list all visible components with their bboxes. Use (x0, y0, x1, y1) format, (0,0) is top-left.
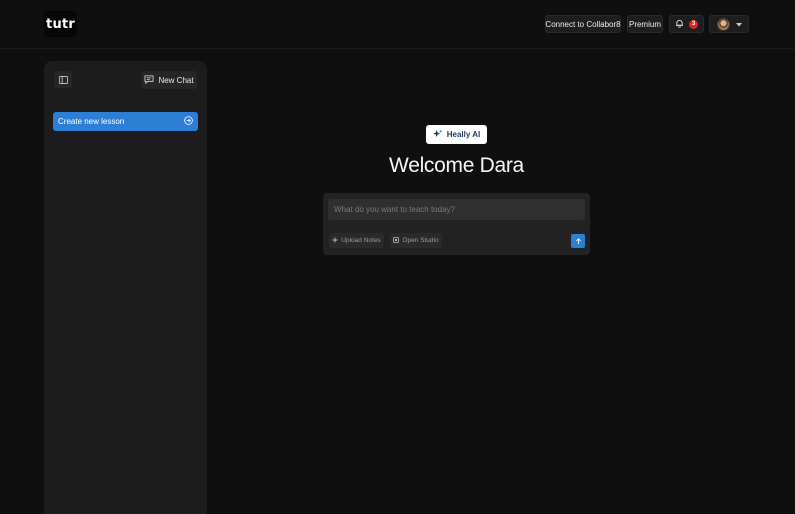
profile-menu-button[interactable] (709, 15, 749, 33)
open-studio-button[interactable]: Open Studio (390, 233, 442, 248)
prompt-composer: Upload Notes Open Studio (323, 193, 590, 255)
ai-badge-label: Heally AI (446, 130, 481, 139)
sidebar: New Chat Create new lesson (44, 61, 207, 514)
prompt-input[interactable] (328, 199, 585, 220)
avatar (716, 17, 730, 31)
connect-collabor8-button[interactable]: Connect to Collabor8 (545, 15, 621, 33)
chevron-down-icon (735, 20, 742, 29)
top-bar: tutr Connect to Collabor8 Premium 3 (0, 0, 795, 49)
create-new-lesson-button[interactable]: Create new lesson (53, 112, 198, 131)
heally-ai-badge[interactable]: Heally AI (426, 125, 487, 144)
arrow-right-circle-icon (184, 116, 193, 127)
tutr-logo[interactable]: tutr (44, 11, 77, 37)
chat-icon (144, 74, 154, 86)
new-chat-button[interactable]: New Chat (141, 71, 197, 89)
notification-count-badge: 3 (689, 19, 698, 29)
bell-icon (675, 19, 684, 30)
welcome-heading: Welcome Dara (389, 154, 524, 177)
plus-icon (332, 237, 338, 245)
arrow-up-icon (575, 232, 582, 250)
sparkle-icon (432, 129, 443, 140)
notifications-button[interactable]: 3 (669, 15, 704, 33)
open-studio-label: Open Studio (402, 237, 439, 244)
upload-notes-button[interactable]: Upload Notes (329, 233, 384, 248)
studio-icon (393, 236, 400, 245)
premium-button[interactable]: Premium (627, 15, 663, 33)
sidebar-toggle-icon (58, 71, 68, 89)
new-chat-label: New Chat (158, 75, 194, 85)
upload-notes-label: Upload Notes (341, 237, 381, 244)
create-lesson-label: Create new lesson (58, 117, 125, 126)
sidebar-toggle-button[interactable] (54, 71, 72, 88)
send-button[interactable] (571, 234, 585, 248)
